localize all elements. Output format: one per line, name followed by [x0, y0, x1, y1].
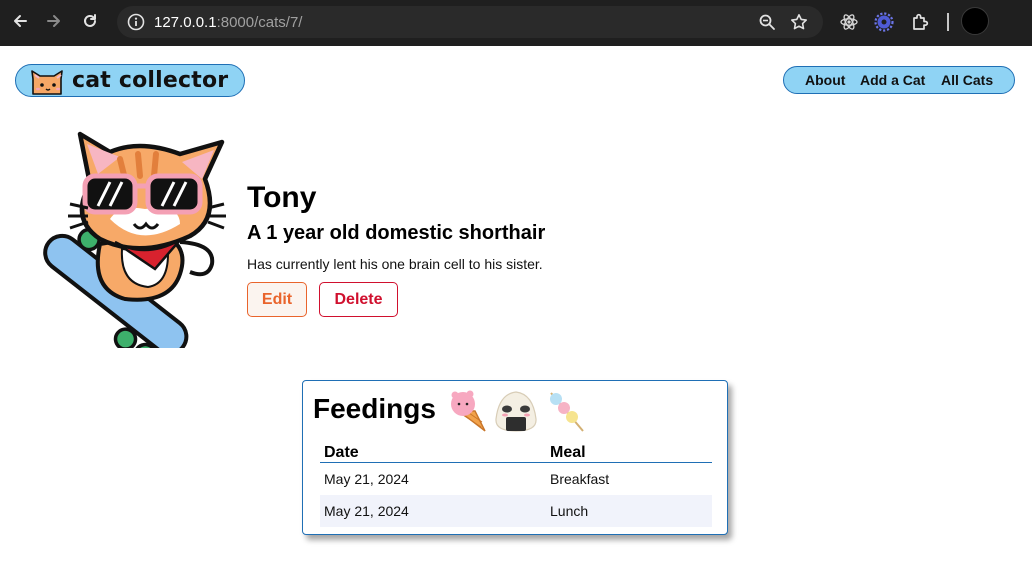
url-text[interactable]: 127.0.0.1:8000/cats/7/ — [154, 14, 302, 31]
delete-button[interactable]: Delete — [319, 282, 398, 317]
feeding-meal: Breakfast — [550, 471, 610, 487]
nav-link-all-cats[interactable]: All Cats — [941, 72, 993, 88]
column-header-meal: Meal — [550, 444, 586, 461]
toolbar-divider — [947, 13, 949, 31]
feeding-meal: Lunch — [550, 503, 589, 519]
nav-link-about[interactable]: About — [805, 72, 845, 88]
react-devtools-icon[interactable] — [838, 11, 860, 33]
logo-text: cat collector — [72, 68, 229, 93]
cat-subtitle: A 1 year old domestic shorthair — [247, 222, 546, 244]
logo-link[interactable]: cat collector — [15, 64, 245, 97]
url-path: :8000/cats/7/ — [216, 14, 303, 31]
nav-link-add-cat[interactable]: Add a Cat — [860, 72, 925, 88]
url-host: 127.0.0.1 — [154, 14, 217, 31]
bookmark-star-icon[interactable] — [790, 13, 808, 31]
cat-name: Tony — [247, 181, 317, 214]
table-row: May 21, 2024 Breakfast — [320, 463, 712, 495]
feeding-date: May 21, 2024 — [324, 503, 409, 519]
feedings-title: Feedings — [313, 393, 436, 424]
column-header-date: Date — [324, 444, 359, 461]
table-header-row: Date Meal — [320, 443, 712, 463]
reload-icon[interactable] — [78, 9, 102, 33]
address-bar[interactable]: 127.0.0.1:8000/cats/7/ — [117, 6, 823, 38]
feedings-table: Date Meal May 21, 2024 Breakfast May 21,… — [320, 443, 712, 527]
zoom-icon[interactable] — [758, 13, 776, 31]
extension-gear-icon[interactable] — [873, 11, 895, 33]
edit-button[interactable]: Edit — [247, 282, 307, 317]
browser-toolbar: 127.0.0.1:8000/cats/7/ — [0, 0, 1032, 46]
back-arrow-icon[interactable] — [8, 9, 32, 33]
dango-skewer-icon — [550, 392, 584, 432]
site-info-icon[interactable] — [126, 12, 146, 32]
table-row: May 21, 2024 Lunch — [320, 495, 712, 527]
profile-avatar[interactable] — [961, 7, 989, 35]
cat-description: Has currently lent his one brain cell to… — [247, 256, 543, 272]
feedings-card: Feedings Date Meal May 21, 2024 Breakfas… — [302, 380, 728, 535]
feeding-date: May 21, 2024 — [324, 471, 409, 487]
cat-logo-icon — [31, 70, 63, 95]
nav-menu: About Add a Cat All Cats — [783, 66, 1015, 94]
page: cat collector About Add a Cat All Cats T… — [0, 46, 1032, 573]
extensions-puzzle-icon[interactable] — [909, 11, 931, 33]
skateboard-cat-illustration — [43, 131, 226, 348]
ice-cream-cone-icon — [451, 390, 486, 432]
onigiri-icon — [495, 391, 537, 432]
forward-arrow-icon[interactable] — [42, 9, 66, 33]
